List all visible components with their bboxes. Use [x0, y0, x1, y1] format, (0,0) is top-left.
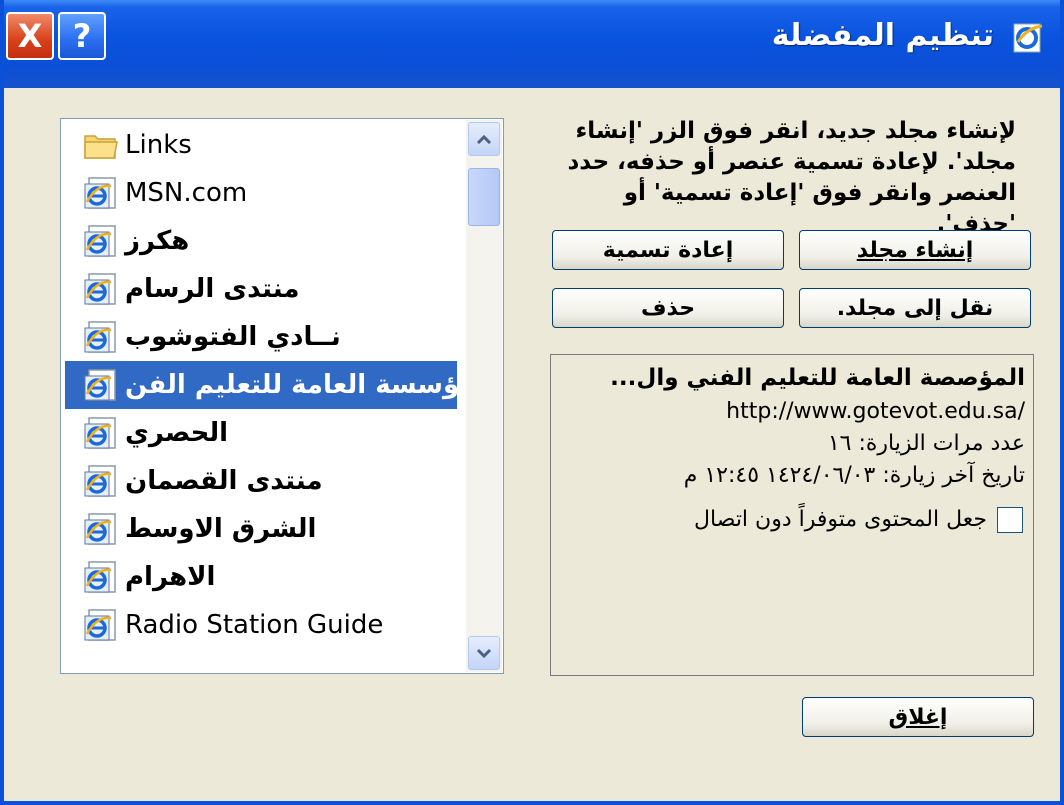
favorite-item-label: منتدى الرسام — [125, 274, 300, 304]
close-window-button[interactable]: X — [6, 12, 54, 60]
item-name: المؤصصة العامة للتعليم الفني وال... — [610, 365, 1025, 391]
rename-button[interactable]: إعادة تسمية — [552, 230, 784, 270]
offline-checkbox[interactable] — [997, 507, 1023, 533]
ie-page-icon — [84, 225, 116, 257]
favorite-item-label: هكرز — [125, 226, 190, 256]
favorite-item[interactable]: هكرز — [65, 217, 457, 265]
help-button[interactable]: ? — [58, 12, 106, 60]
scroll-down-button[interactable] — [468, 636, 500, 670]
ie-page-icon — [84, 369, 116, 401]
move-to-folder-button[interactable]: نقل إلى مجلد. — [799, 288, 1031, 328]
ie-page-icon — [84, 177, 116, 209]
vertical-scrollbar[interactable] — [466, 120, 502, 672]
close-button[interactable]: إغلاق — [802, 697, 1034, 737]
favorite-item[interactable]: ...المؤسسة العامة للتعليم الفن — [65, 361, 457, 409]
favorite-item-label: ...المؤسسة العامة للتعليم الفن — [125, 370, 457, 400]
favorite-item-label: نــادي الفتوشوب — [125, 322, 341, 352]
ie-favorites-icon — [1013, 23, 1043, 53]
instructions-text: لإنشاء مجلد جديد، انقر فوق الزر 'إنشاء م… — [567, 118, 1017, 237]
favorite-item[interactable]: MSN.com — [65, 169, 457, 217]
favorite-item-label: منتدى القصمان — [125, 466, 323, 496]
favorite-item[interactable]: منتدى الرسام — [65, 265, 457, 313]
ie-page-icon — [84, 465, 116, 497]
favorite-item-label: Links — [125, 130, 192, 160]
item-url: http://www.gotevot.edu.sa/ — [726, 399, 1025, 424]
ie-page-icon — [84, 321, 116, 353]
delete-button[interactable]: حذف — [552, 288, 784, 328]
favorite-item[interactable]: Radio Station Guide — [65, 601, 457, 649]
favorite-item[interactable]: الاهرام — [65, 553, 457, 601]
visit-count: عدد مرات الزيارة: ١٦ — [827, 431, 1025, 456]
create-folder-button[interactable]: إنشاء مجلد — [799, 230, 1031, 270]
favorite-item[interactable]: Links — [65, 121, 457, 169]
chevron-up-icon — [476, 134, 492, 144]
ie-page-icon — [84, 273, 116, 305]
favorite-item[interactable]: الحصري — [65, 409, 457, 457]
ie-page-icon — [84, 513, 116, 545]
item-details-panel: المؤصصة العامة للتعليم الفني وال... http… — [550, 354, 1034, 676]
scroll-up-button[interactable] — [468, 122, 500, 156]
organize-favorites-dialog: X ? تنظيم المفضلة Links MSN.com هكرز منتدى … — [0, 0, 1064, 805]
favorites-list[interactable]: Links MSN.com هكرز منتدى الرسام نــادي الفتو… — [60, 118, 504, 674]
ie-page-icon — [84, 561, 116, 593]
favorite-item[interactable]: منتدى القصمان — [65, 457, 457, 505]
scroll-thumb[interactable] — [468, 168, 500, 226]
ie-page-icon — [84, 417, 116, 449]
folder-icon — [84, 135, 118, 159]
favorite-item-label: MSN.com — [125, 178, 248, 208]
title-bar: X ? تنظيم المفضلة — [4, 0, 1060, 88]
ie-page-icon — [84, 609, 116, 641]
favorite-item-label: الشرق الاوسط — [125, 514, 317, 544]
offline-label: جعل المحتوى متوفراً دون اتصال — [694, 507, 987, 532]
favorite-item-label: الاهرام — [125, 562, 216, 592]
favorite-item[interactable]: نــادي الفتوشوب — [65, 313, 457, 361]
window-title: تنظيم المفضلة — [771, 18, 994, 53]
favorite-item[interactable]: الشرق الاوسط — [65, 505, 457, 553]
chevron-down-icon — [476, 648, 492, 658]
favorite-item-label: الحصري — [125, 418, 229, 448]
last-visit: تاريخ آخر زيارة: ١٤٢٤/٠٦/٠٣ ١٢:٤٥ م — [683, 463, 1025, 488]
favorite-item-label: Radio Station Guide — [125, 610, 384, 640]
